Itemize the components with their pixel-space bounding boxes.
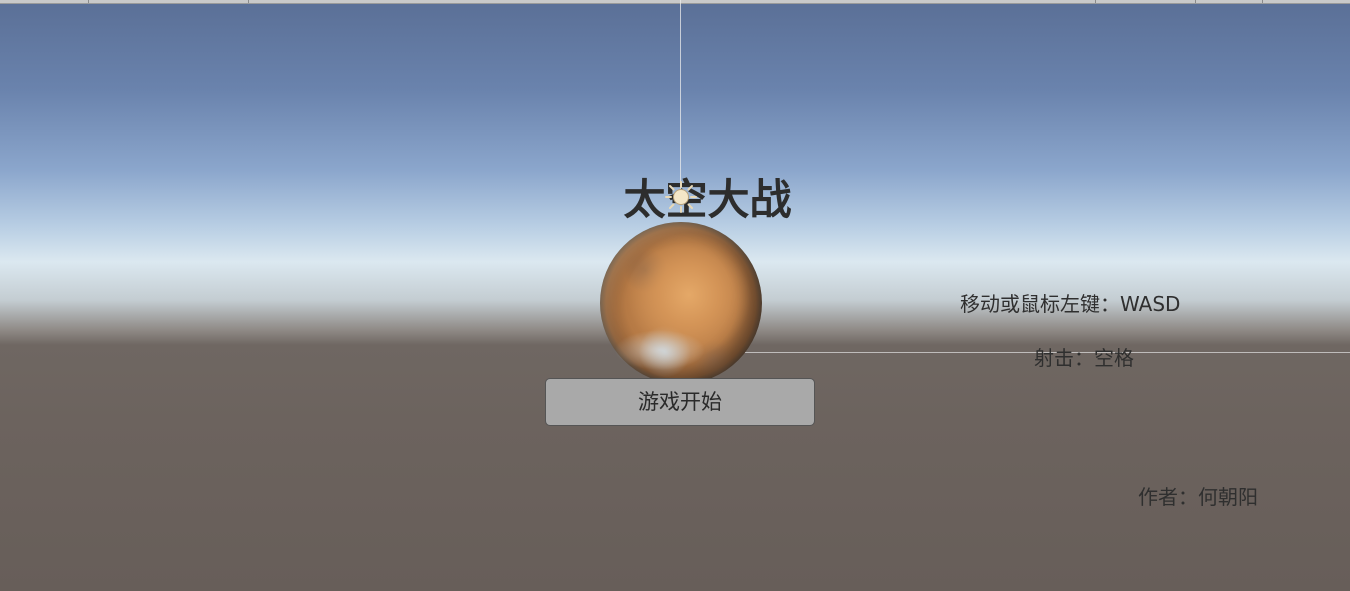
strip-divider [1195, 0, 1196, 3]
game-viewport: 太空大战 游戏开始 移动或鼠标左键：WASD 射击：空格 作者：何朝阳 [0, 0, 1350, 591]
sun-icon [665, 181, 697, 213]
strip-divider [88, 0, 89, 3]
shoot-controls-text: 射击：空格 [1034, 346, 1134, 370]
game-title: 太空大战 [623, 175, 792, 224]
strip-divider [1095, 0, 1096, 3]
strip-divider [1262, 0, 1263, 3]
strip-divider [248, 0, 249, 3]
author-credit: 作者：何朝阳 [1138, 485, 1258, 509]
start-game-button[interactable]: 游戏开始 [545, 378, 815, 426]
planet-polar-cap [615, 330, 705, 370]
move-controls-text: 移动或鼠标左键：WASD [960, 292, 1181, 316]
editor-top-strip [0, 0, 1350, 4]
